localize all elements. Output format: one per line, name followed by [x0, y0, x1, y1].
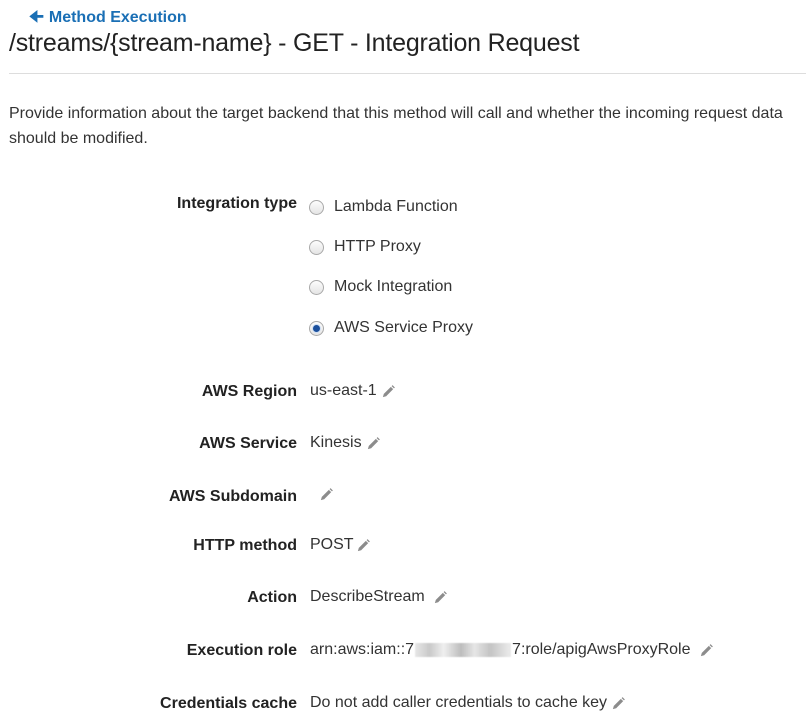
radio-aws-service-proxy[interactable]: AWS Service Proxy	[309, 319, 473, 337]
action-value: DescribeStream	[310, 588, 449, 606]
radio-label: Mock Integration	[334, 278, 453, 295]
radio-lambda-function[interactable]: Lambda Function	[309, 198, 458, 216]
execution-role-label: Execution role	[186, 642, 297, 659]
execution-role-prefix: arn:aws:iam::7	[310, 641, 415, 658]
radio-button[interactable]	[309, 279, 324, 295]
pencil-icon[interactable]	[610, 695, 626, 711]
radio-button-selected[interactable]	[309, 320, 324, 336]
pencil-icon[interactable]	[433, 589, 449, 605]
radio-mock-integration[interactable]: Mock Integration	[309, 278, 452, 296]
http-method-text: POST	[310, 536, 354, 553]
pencil-icon[interactable]	[318, 486, 334, 502]
aws-service-text: Kinesis	[310, 434, 362, 451]
arrow-left-icon: 🠈	[29, 9, 44, 26]
aws-region-text: us-east-1	[310, 382, 377, 399]
back-link-label: Method Execution	[48, 9, 187, 26]
radio-label: HTTP Proxy	[334, 238, 421, 255]
page-title: /streams/{stream-name} - GET - Integrati…	[9, 29, 580, 57]
radio-selected-dot	[313, 324, 320, 332]
integration-type-label: Integration type	[176, 195, 297, 212]
radio-button[interactable]	[309, 199, 324, 215]
redacted-account-id	[415, 643, 512, 657]
aws-region-label: AWS Region	[201, 383, 297, 400]
back-to-method-execution-link[interactable]: 🠈 Method Execution	[29, 9, 187, 27]
aws-subdomain-label: AWS Subdomain	[169, 488, 297, 505]
pencil-icon[interactable]	[381, 383, 397, 399]
aws-service-label: AWS Service	[199, 435, 297, 452]
pencil-icon[interactable]	[699, 642, 715, 658]
aws-subdomain-value	[318, 486, 334, 502]
integration-request-page: 🠈 Method Execution /streams/{stream-name…	[0, 0, 806, 717]
header-divider	[9, 73, 806, 74]
radio-label: Lambda Function	[334, 198, 458, 215]
action-text: DescribeStream	[310, 588, 425, 605]
execution-role-value: arn:aws:iam::7 7:role/apigAwsProxyRole	[310, 641, 715, 659]
aws-region-value: us-east-1	[310, 382, 397, 400]
credentials-cache-text: Do not add caller credentials to cache k…	[310, 694, 608, 711]
execution-role-suffix: 7:role/apigAwsProxyRole	[512, 641, 691, 658]
http-method-value: POST	[310, 536, 372, 554]
credentials-cache-label: Credentials cache	[160, 695, 297, 712]
pencil-icon[interactable]	[366, 435, 382, 451]
http-method-label: HTTP method	[193, 537, 297, 554]
radio-label: AWS Service Proxy	[334, 319, 473, 336]
radio-http-proxy[interactable]: HTTP Proxy	[309, 238, 421, 256]
pencil-icon[interactable]	[356, 537, 372, 553]
page-description: Provide information about the target bac…	[9, 105, 783, 147]
aws-service-value: Kinesis	[310, 434, 382, 452]
action-label: Action	[247, 589, 297, 606]
credentials-cache-value: Do not add caller credentials to cache k…	[310, 694, 626, 712]
radio-button[interactable]	[309, 239, 324, 255]
